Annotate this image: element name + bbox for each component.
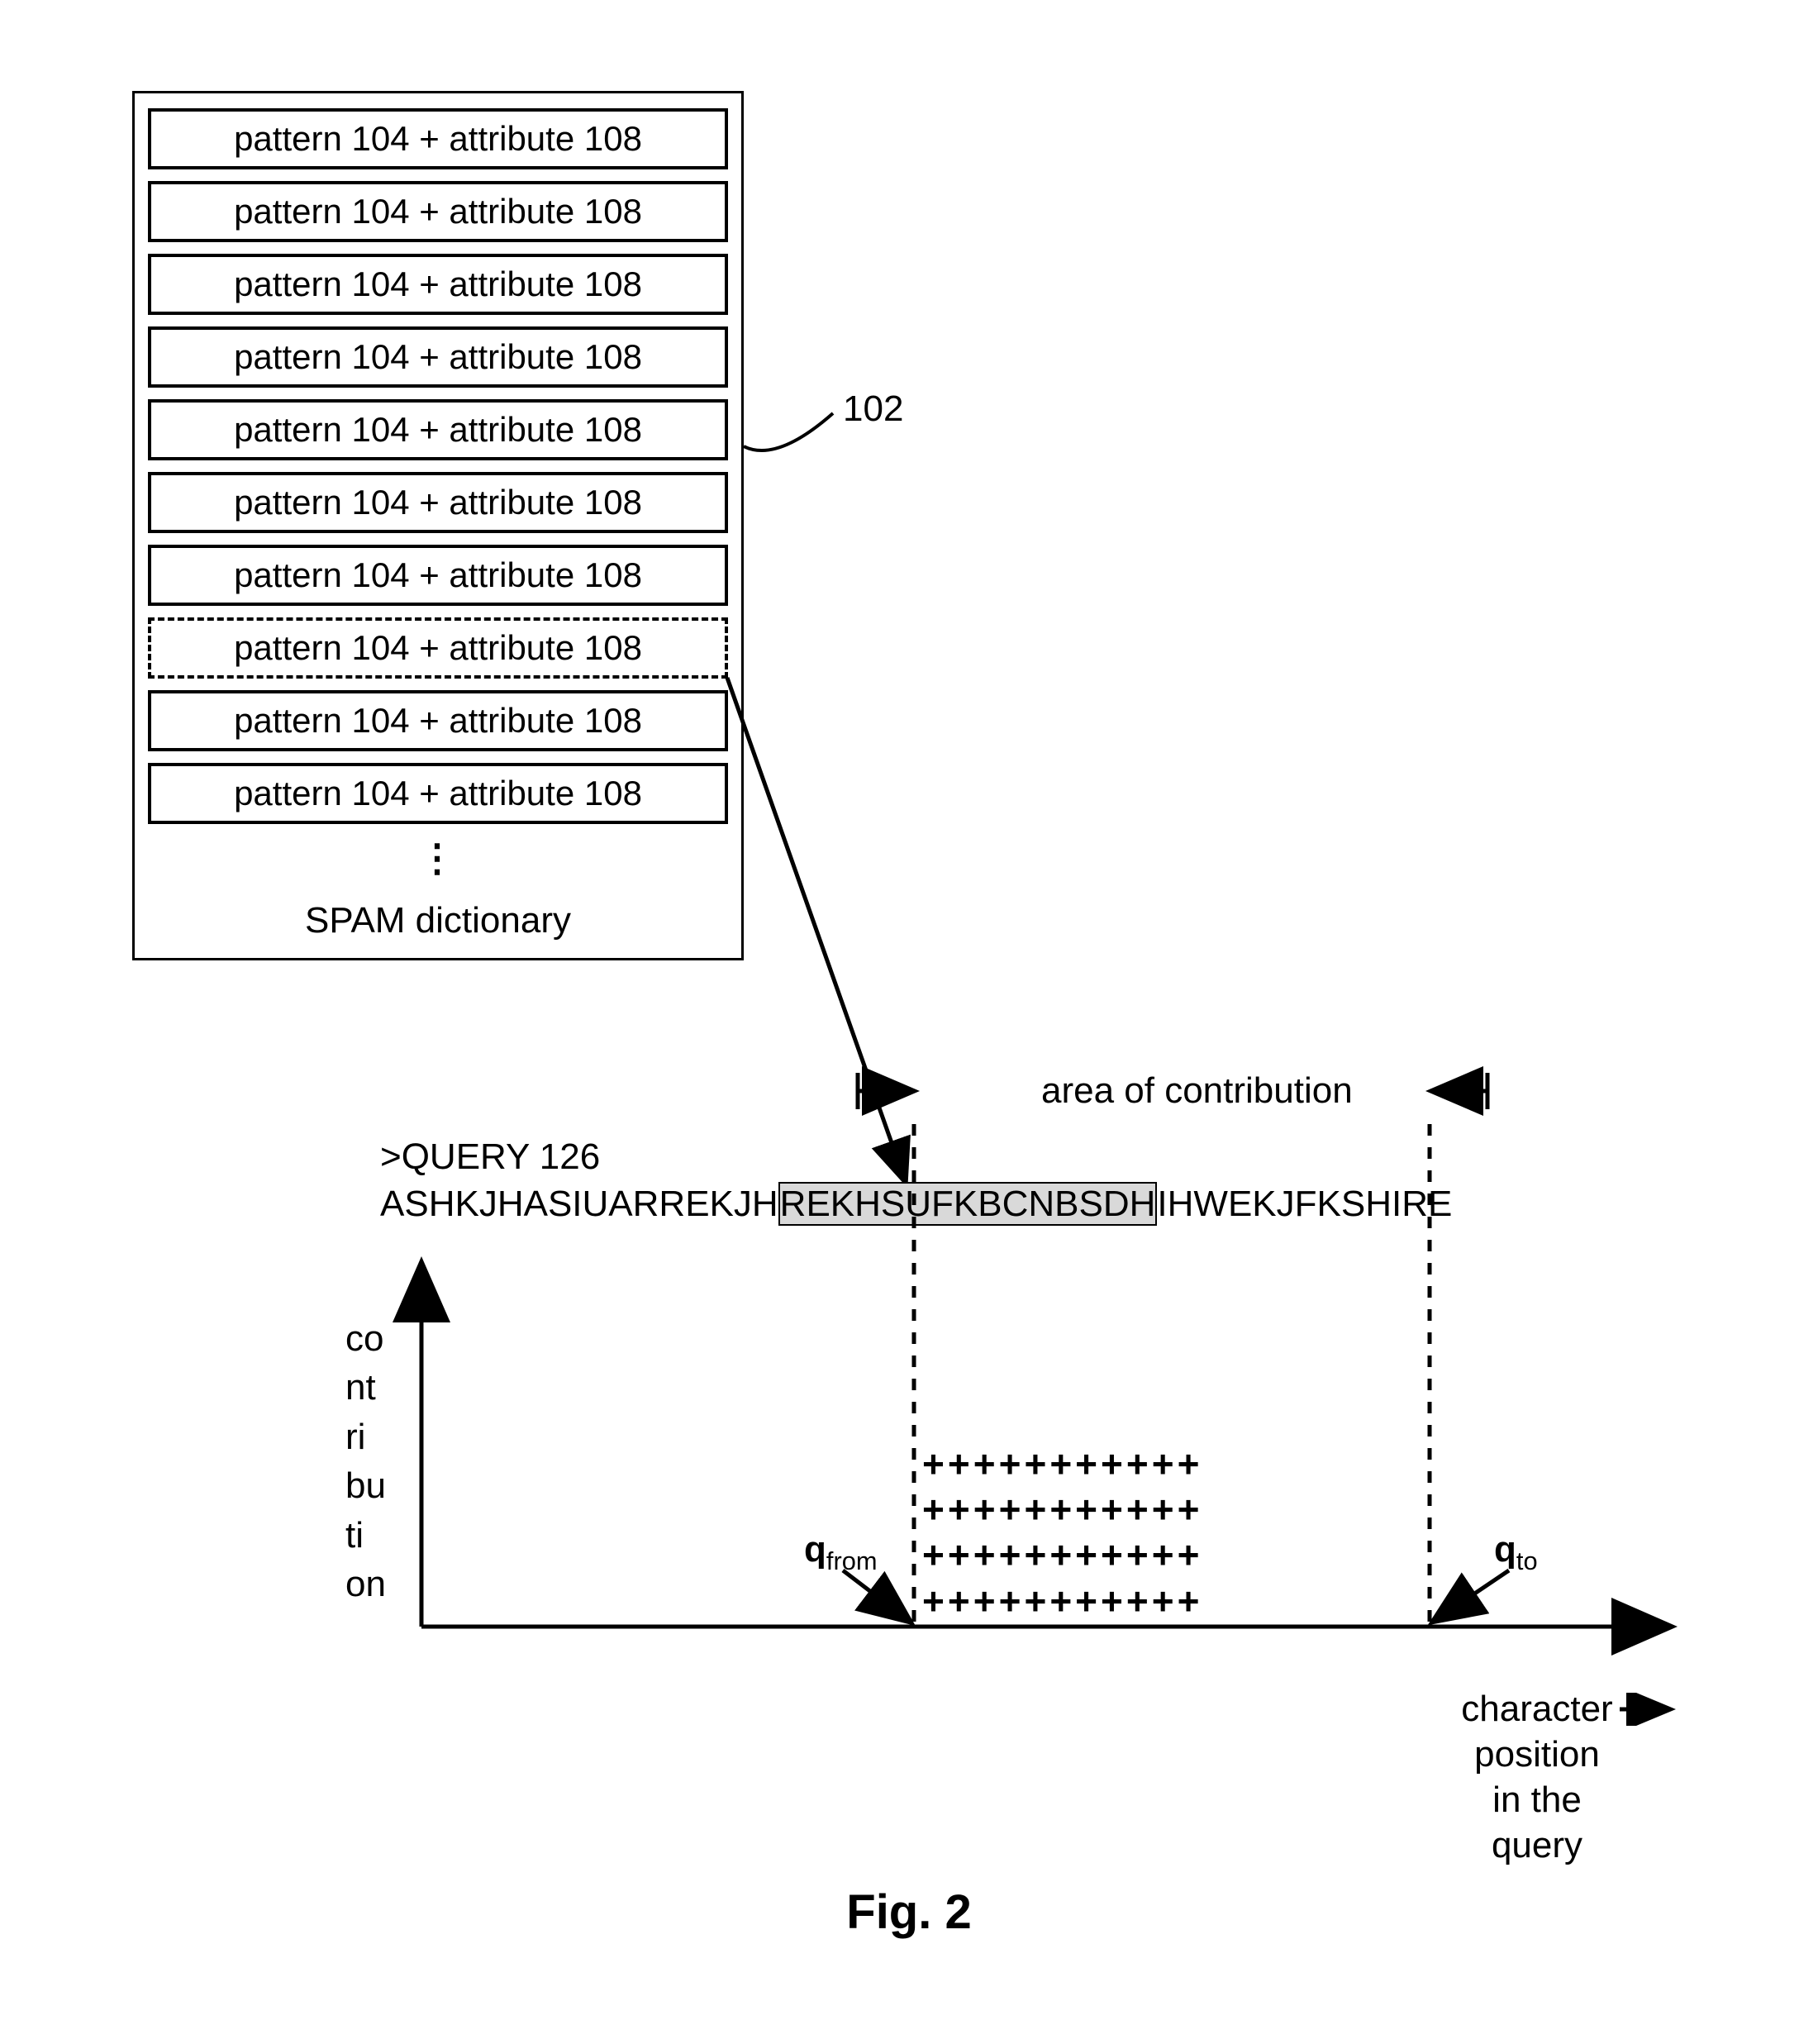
plus-row: +++++++++++ — [922, 1579, 1435, 1624]
pattern-row-label: pattern 104 + attribute 108 — [234, 337, 642, 377]
q-from-main: q — [804, 1529, 826, 1570]
ylabel-seg: nt — [345, 1363, 386, 1412]
pattern-row: pattern 104 + attribute 108 — [148, 545, 728, 606]
q-to-sub: to — [1516, 1546, 1538, 1575]
ylabel-seg: bu — [345, 1461, 386, 1510]
diagram-canvas: pattern 104 + attribute 108 pattern 104 … — [0, 0, 1818, 2044]
pattern-row: pattern 104 + attribute 108 — [148, 254, 728, 315]
pattern-row: pattern 104 + attribute 108 — [148, 326, 728, 388]
ylabel-seg: on — [345, 1560, 386, 1608]
pattern-row-label: pattern 104 + attribute 108 — [234, 774, 642, 813]
dictionary-title: SPAM dictionary — [148, 900, 728, 941]
x-axis-label: characterpositionin thequery — [1438, 1686, 1636, 1868]
ylabel-seg: ri — [345, 1413, 386, 1461]
ylabel-seg: ti — [345, 1511, 386, 1560]
plus-row: +++++++++++ — [922, 1532, 1435, 1578]
q-to-main: q — [1494, 1529, 1516, 1570]
pattern-row-label: pattern 104 + attribute 108 — [234, 410, 642, 450]
pattern-row-label: pattern 104 + attribute 108 — [234, 555, 642, 595]
query-sequence: ASHKJHASIUARREKJHREKHSUFKBCNBSDHIHWEKJFK… — [380, 1184, 1452, 1225]
figure-title: Fig. 2 — [0, 1884, 1818, 1940]
ylabel-seg: co — [345, 1314, 386, 1363]
q-to-label: qto — [1494, 1529, 1538, 1576]
contribution-fill: +++++++++++ +++++++++++ +++++++++++ ++++… — [922, 1441, 1435, 1624]
pattern-row-label: pattern 104 + attribute 108 — [234, 701, 642, 741]
pattern-row: pattern 104 + attribute 108 — [148, 108, 728, 169]
query-post: IHWEKJFKSHIRE — [1157, 1184, 1452, 1224]
query-pre: ASHKJHASIUARREKJH — [380, 1184, 778, 1224]
pattern-row: pattern 104 + attribute 108 — [148, 763, 728, 824]
query-label: >QUERY 126 — [380, 1136, 600, 1178]
plus-row: +++++++++++ — [922, 1487, 1435, 1532]
pattern-row-selected: pattern 104 + attribute 108 — [148, 617, 728, 679]
q-from-label: qfrom — [804, 1529, 878, 1576]
reference-leader-102 — [744, 405, 835, 488]
pattern-row-label: pattern 104 + attribute 108 — [234, 628, 642, 668]
query-highlight: REKHSUFKBCNBSDH — [778, 1182, 1158, 1226]
x-axis-small-arrow-icon — [1620, 1693, 1678, 1726]
ellipsis-icon: ⋮ — [148, 836, 728, 880]
pattern-row-label: pattern 104 + attribute 108 — [234, 192, 642, 231]
reference-label-102: 102 — [843, 388, 903, 430]
area-of-contribution-label: area of contribution — [1041, 1070, 1353, 1112]
pattern-row-label: pattern 104 + attribute 108 — [234, 264, 642, 304]
pattern-row: pattern 104 + attribute 108 — [148, 181, 728, 242]
spam-dictionary-box: pattern 104 + attribute 108 pattern 104 … — [132, 91, 744, 960]
pattern-row-label: pattern 104 + attribute 108 — [234, 483, 642, 522]
y-axis-label: co nt ri bu ti on — [345, 1314, 386, 1608]
plus-row: +++++++++++ — [922, 1441, 1435, 1487]
pattern-row: pattern 104 + attribute 108 — [148, 690, 728, 751]
pattern-row-label: pattern 104 + attribute 108 — [234, 119, 642, 159]
pattern-row: pattern 104 + attribute 108 — [148, 399, 728, 460]
q-from-sub: from — [826, 1546, 878, 1575]
pattern-row: pattern 104 + attribute 108 — [148, 472, 728, 533]
x-axis-label-text: characterpositionin thequery — [1438, 1686, 1636, 1868]
